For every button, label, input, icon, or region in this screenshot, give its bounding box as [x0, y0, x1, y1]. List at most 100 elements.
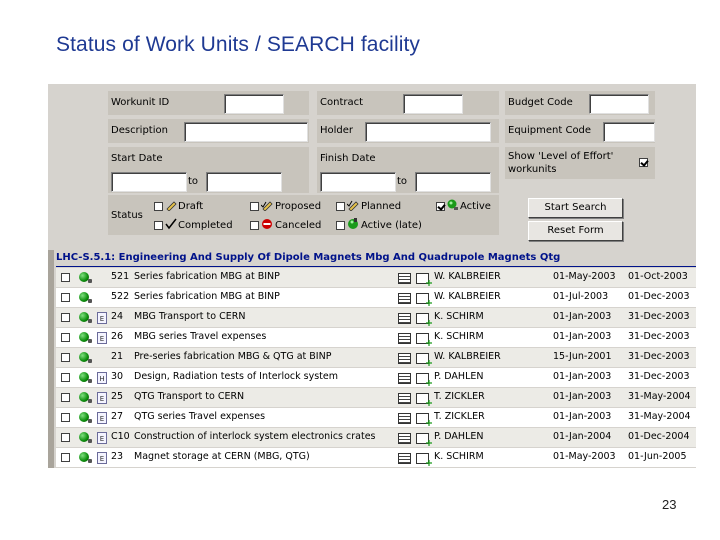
workunit-id[interactable]: 26 — [111, 331, 133, 343]
table-row[interactable]: E 23 Magnet storage at CERN (MBG, QTG) K. S… — [56, 448, 696, 467]
list-icon[interactable] — [398, 453, 411, 464]
holder-input[interactable] — [365, 122, 491, 142]
table-row[interactable]: E C10 Construction of interlock system ele… — [56, 428, 696, 447]
holder-cell: Holder — [317, 119, 499, 143]
workunit-description[interactable]: QTG Transport to CERN — [134, 391, 396, 403]
list-icon[interactable] — [398, 313, 411, 324]
holder-name: W. KALBREIER — [434, 351, 501, 362]
start-date-from-input[interactable] — [111, 172, 187, 192]
status-canceled-checkbox[interactable] — [250, 221, 259, 230]
row-select-checkbox[interactable] — [61, 293, 70, 302]
status-canceled-label: Canceled — [275, 220, 322, 231]
list-icon[interactable] — [398, 433, 411, 444]
list-icon[interactable] — [398, 413, 411, 424]
status-active-late-checkbox[interactable] — [336, 221, 345, 230]
start-date-cell: Start Date to — [108, 147, 309, 193]
add-icon[interactable] — [416, 293, 429, 304]
workunit-id[interactable]: 522 — [111, 291, 133, 303]
row-select-checkbox[interactable] — [61, 413, 70, 422]
row-select-checkbox[interactable] — [61, 273, 70, 282]
add-icon[interactable] — [416, 393, 429, 404]
table-row[interactable]: E 24 MBG Transport to CERN K. SCHIRM 01-Jan-… — [56, 308, 696, 327]
workunit-id[interactable]: 30 — [111, 371, 133, 383]
status-proposed-checkbox[interactable] — [250, 202, 259, 211]
document-icon[interactable]: E — [97, 312, 107, 324]
list-icon[interactable] — [398, 333, 411, 344]
holder-name: K. SCHIRM — [434, 451, 484, 462]
workunit-description[interactable]: Construction of interlock system electro… — [134, 431, 396, 443]
document-icon[interactable]: H — [97, 372, 107, 384]
contract-input[interactable] — [403, 94, 463, 114]
workunit-id[interactable]: 27 — [111, 411, 133, 423]
table-row[interactable]: E 26 MBG series Travel expenses K. SCHIRM 01… — [56, 328, 696, 347]
list-icon[interactable] — [398, 373, 411, 384]
table-row[interactable]: 522 Series fabrication MBG at BINP W. KALB… — [56, 288, 696, 307]
start-date: 01-May-2003 — [553, 271, 616, 282]
table-row[interactable]: 21 Pre-series fabrication MBG & QTG at BI… — [56, 348, 696, 367]
workunit-id-cell: Workunit ID — [108, 91, 309, 115]
level-of-effort-checkbox[interactable] — [639, 158, 648, 167]
add-icon[interactable] — [416, 413, 429, 424]
start-search-button[interactable]: Start Search — [528, 198, 623, 218]
row-select-checkbox[interactable] — [61, 333, 70, 342]
workunit-id[interactable]: C10 — [111, 431, 133, 443]
list-icon[interactable] — [398, 353, 411, 364]
add-icon[interactable] — [416, 273, 429, 284]
document-icon[interactable]: E — [97, 452, 107, 464]
workunit-description[interactable]: Magnet storage at CERN (MBG, QTG) — [134, 451, 396, 463]
add-icon[interactable] — [416, 433, 429, 444]
status-planned-checkbox[interactable] — [336, 202, 345, 211]
row-select-checkbox[interactable] — [61, 453, 70, 462]
row-select-checkbox[interactable] — [61, 353, 70, 362]
add-icon[interactable] — [416, 453, 429, 464]
add-icon[interactable] — [416, 313, 429, 324]
finish-date: 31-Dec-2003 — [628, 371, 690, 382]
workunit-description[interactable]: QTG series Travel expenses — [134, 411, 396, 423]
workunit-description[interactable]: Design, Radiation tests of Interlock sys… — [134, 371, 396, 383]
equipment-code-input[interactable] — [603, 122, 655, 142]
status-completed-checkbox[interactable] — [154, 221, 163, 230]
finish-date-from-input[interactable] — [320, 172, 396, 192]
description-input[interactable] — [184, 122, 308, 142]
start-date-to-input[interactable] — [206, 172, 282, 192]
status-active-checkbox[interactable] — [436, 202, 445, 211]
workunit-description[interactable]: MBG Transport to CERN — [134, 311, 396, 323]
document-icon[interactable]: E — [97, 392, 107, 404]
workunit-id[interactable]: 24 — [111, 311, 133, 323]
table-row[interactable]: E 27 QTG series Travel expenses T. ZICKLER 0… — [56, 408, 696, 427]
results-heading[interactable]: LHC-S.5.1: Engineering And Supply Of Dip… — [56, 252, 560, 263]
start-date: 01-Jan-2003 — [553, 311, 612, 322]
list-icon[interactable] — [398, 293, 411, 304]
add-icon[interactable] — [416, 353, 429, 364]
row-select-checkbox[interactable] — [61, 433, 70, 442]
workunit-description[interactable]: MBG series Travel expenses — [134, 331, 396, 343]
contract-label: Contract — [320, 97, 364, 108]
workunit-id[interactable]: 25 — [111, 391, 133, 403]
status-active-icon — [79, 332, 92, 343]
workunit-id[interactable]: 23 — [111, 451, 133, 463]
workunit-description[interactable]: Pre-series fabrication MBG & QTG at BINP — [134, 351, 396, 363]
add-icon[interactable] — [416, 373, 429, 384]
table-row[interactable]: E 25 QTG Transport to CERN T. ZICKLER 01-Jan… — [56, 388, 696, 407]
document-icon[interactable]: E — [97, 432, 107, 444]
finish-date-to-input[interactable] — [415, 172, 491, 192]
table-row[interactable]: H 30 Design, Radiation tests of Interlock … — [56, 368, 696, 387]
list-icon[interactable] — [398, 273, 411, 284]
status-draft-checkbox[interactable] — [154, 202, 163, 211]
workunit-description[interactable]: Series fabrication MBG at BINP — [134, 271, 396, 283]
reset-form-button[interactable]: Reset Form — [528, 221, 623, 241]
workunit-id-input[interactable] — [224, 94, 284, 114]
status-proposed-label: Proposed — [275, 201, 322, 212]
list-icon[interactable] — [398, 393, 411, 404]
row-select-checkbox[interactable] — [61, 393, 70, 402]
workunit-id[interactable]: 521 — [111, 271, 133, 283]
document-icon[interactable]: E — [97, 332, 107, 344]
row-select-checkbox[interactable] — [61, 373, 70, 382]
row-select-checkbox[interactable] — [61, 313, 70, 322]
workunit-description[interactable]: Series fabrication MBG at BINP — [134, 291, 396, 303]
document-icon[interactable]: E — [97, 412, 107, 424]
table-row[interactable]: 521 Series fabrication MBG at BINP W. KALB… — [56, 268, 696, 287]
add-icon[interactable] — [416, 333, 429, 344]
workunit-id[interactable]: 21 — [111, 351, 133, 363]
budget-code-input[interactable] — [589, 94, 649, 114]
